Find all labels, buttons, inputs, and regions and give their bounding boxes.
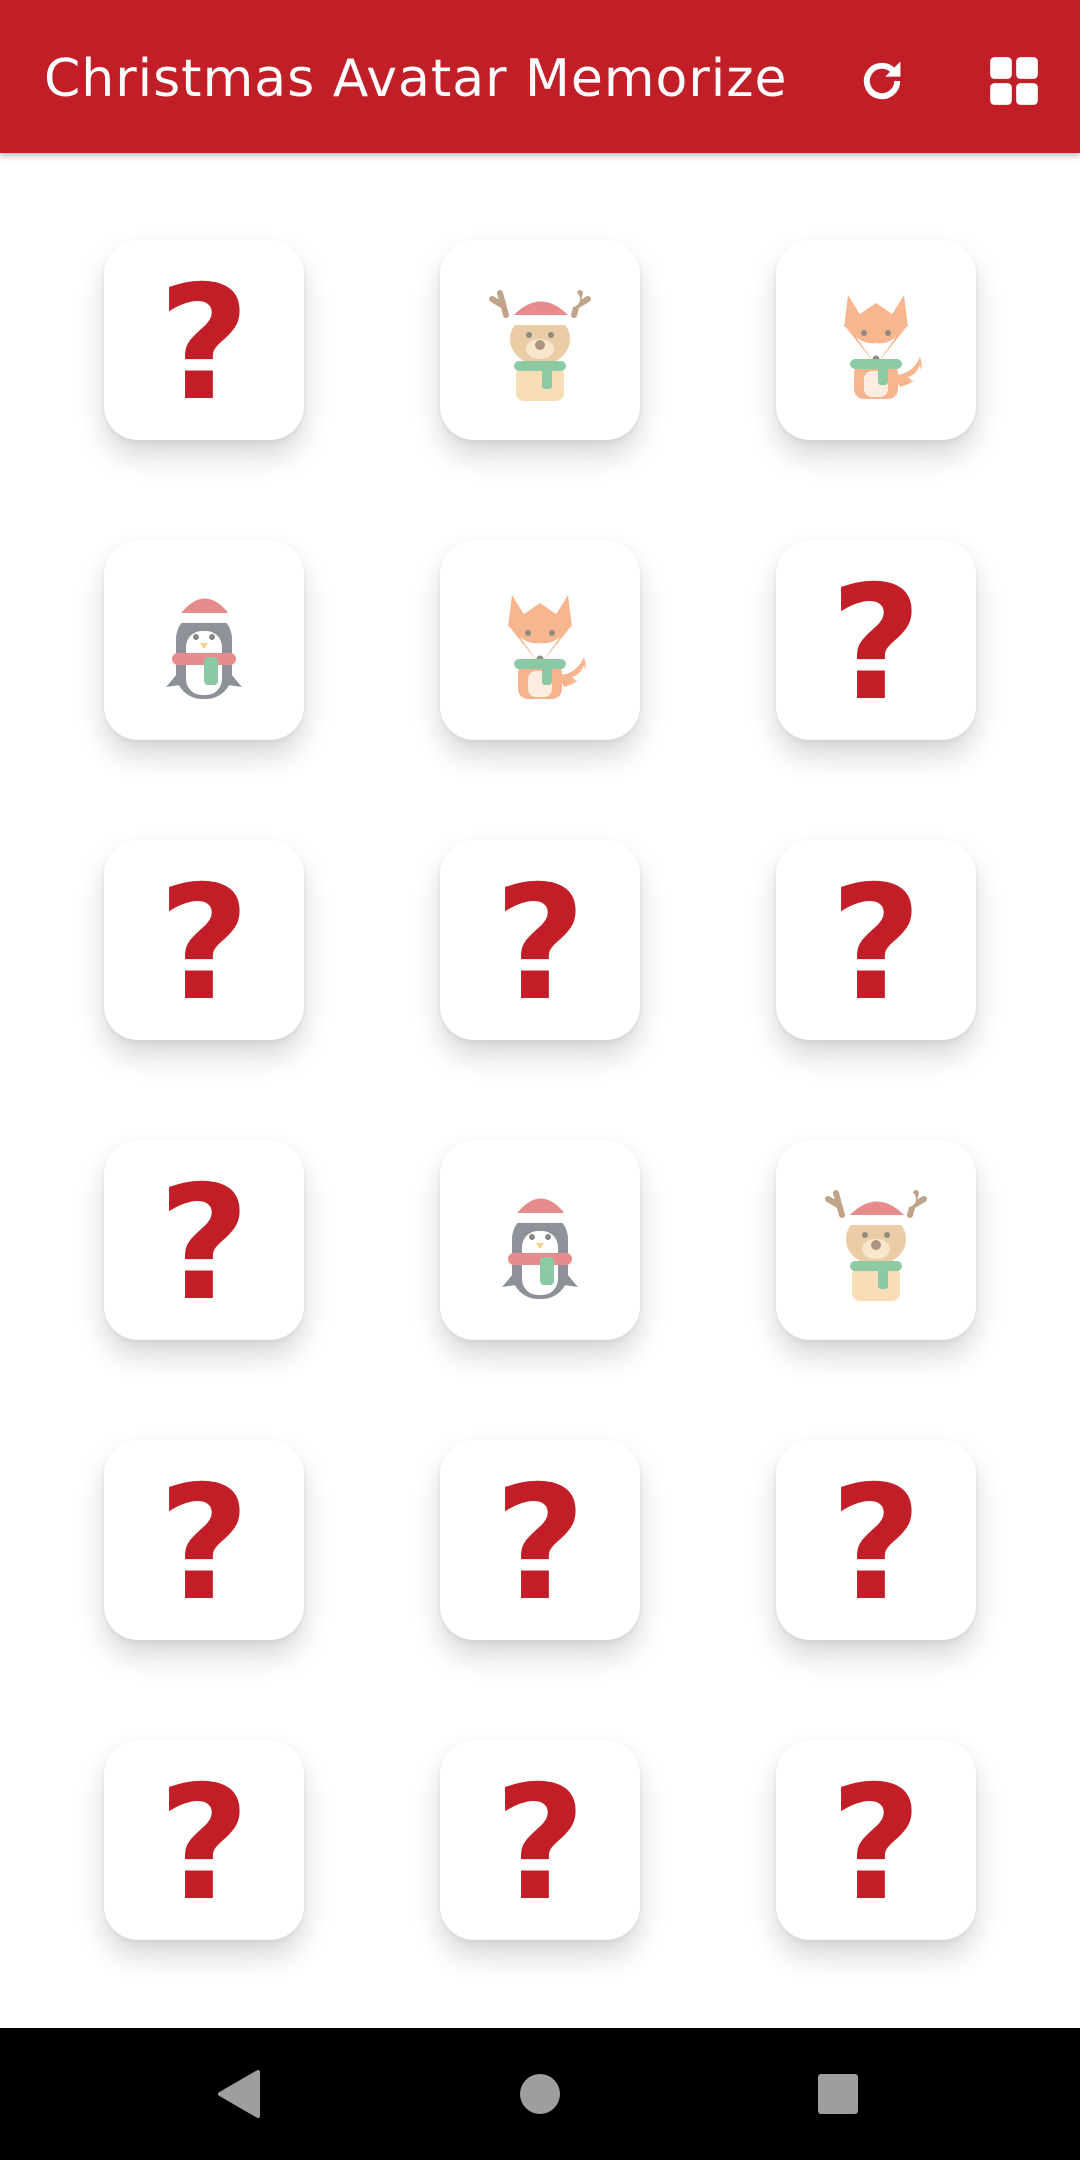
question-mark-icon: ?: [821, 1470, 931, 1610]
memory-card-hidden[interactable]: ?: [104, 240, 304, 440]
back-button[interactable]: [200, 2054, 280, 2134]
system-navigation-bar: [0, 2028, 1080, 2160]
memory-card-revealed[interactable]: [440, 1140, 640, 1340]
memory-card-hidden[interactable]: ?: [776, 1440, 976, 1640]
memory-card-hidden[interactable]: ?: [776, 1740, 976, 1940]
question-mark-icon: ?: [149, 270, 259, 410]
question-mark-glyph: ?: [830, 1470, 922, 1610]
card-grid: ? ? ? ? ? ? ? ? ? ? ? ?: [104, 240, 976, 1940]
question-mark-icon: ?: [821, 570, 931, 710]
question-mark-glyph: ?: [494, 1770, 586, 1910]
back-icon: [218, 2070, 260, 2118]
recents-button[interactable]: [798, 2054, 878, 2134]
app-title: Christmas Avatar Memorize: [44, 49, 788, 109]
reindeer-icon: [480, 275, 600, 405]
memory-card-revealed[interactable]: [776, 1140, 976, 1340]
question-mark-icon: ?: [149, 1470, 259, 1610]
recents-icon: [818, 2074, 858, 2114]
question-mark-glyph: ?: [158, 1170, 250, 1310]
home-icon: [520, 2074, 560, 2114]
question-mark-icon: ?: [485, 1470, 595, 1610]
home-button[interactable]: [500, 2054, 580, 2134]
question-mark-icon: ?: [149, 1170, 259, 1310]
question-mark-glyph: ?: [494, 1470, 586, 1610]
memory-card-hidden[interactable]: ?: [776, 840, 976, 1040]
memory-card-revealed[interactable]: [776, 240, 976, 440]
memory-card-hidden[interactable]: ?: [104, 1440, 304, 1640]
question-mark-glyph: ?: [494, 870, 586, 1010]
app-bar: Christmas Avatar Memorize: [0, 0, 1080, 153]
grid-view-button[interactable]: [969, 36, 1059, 126]
memory-card-revealed[interactable]: [104, 540, 304, 740]
reindeer-icon: [816, 1175, 936, 1305]
fox-icon: [480, 575, 600, 705]
question-mark-glyph: ?: [830, 570, 922, 710]
grid-icon: [990, 57, 1038, 105]
question-mark-icon: ?: [821, 1770, 931, 1910]
question-mark-glyph: ?: [158, 270, 250, 410]
refresh-icon: [863, 61, 901, 100]
question-mark-icon: ?: [485, 870, 595, 1010]
memory-card-hidden[interactable]: ?: [440, 1440, 640, 1640]
question-mark-icon: ?: [485, 1770, 595, 1910]
question-mark-glyph: ?: [830, 1770, 922, 1910]
penguin-icon: [480, 1175, 600, 1305]
penguin-icon: [144, 575, 264, 705]
question-mark-icon: ?: [149, 870, 259, 1010]
memory-card-hidden[interactable]: ?: [104, 840, 304, 1040]
memory-card-hidden[interactable]: ?: [104, 1140, 304, 1340]
question-mark-glyph: ?: [158, 1470, 250, 1610]
memory-card-hidden[interactable]: ?: [776, 540, 976, 740]
memory-card-hidden[interactable]: ?: [440, 1740, 640, 1940]
fox-icon: [816, 275, 936, 405]
question-mark-icon: ?: [149, 1770, 259, 1910]
memory-card-revealed[interactable]: [440, 240, 640, 440]
question-mark-glyph: ?: [158, 1770, 250, 1910]
refresh-button[interactable]: [837, 36, 927, 126]
memory-card-hidden[interactable]: ?: [440, 840, 640, 1040]
memory-card-revealed[interactable]: [440, 540, 640, 740]
game-board: ? ? ? ? ? ? ? ? ? ? ? ?: [0, 153, 1080, 2028]
question-mark-icon: ?: [821, 870, 931, 1010]
memory-card-hidden[interactable]: ?: [104, 1740, 304, 1940]
question-mark-glyph: ?: [830, 870, 922, 1010]
question-mark-glyph: ?: [158, 870, 250, 1010]
